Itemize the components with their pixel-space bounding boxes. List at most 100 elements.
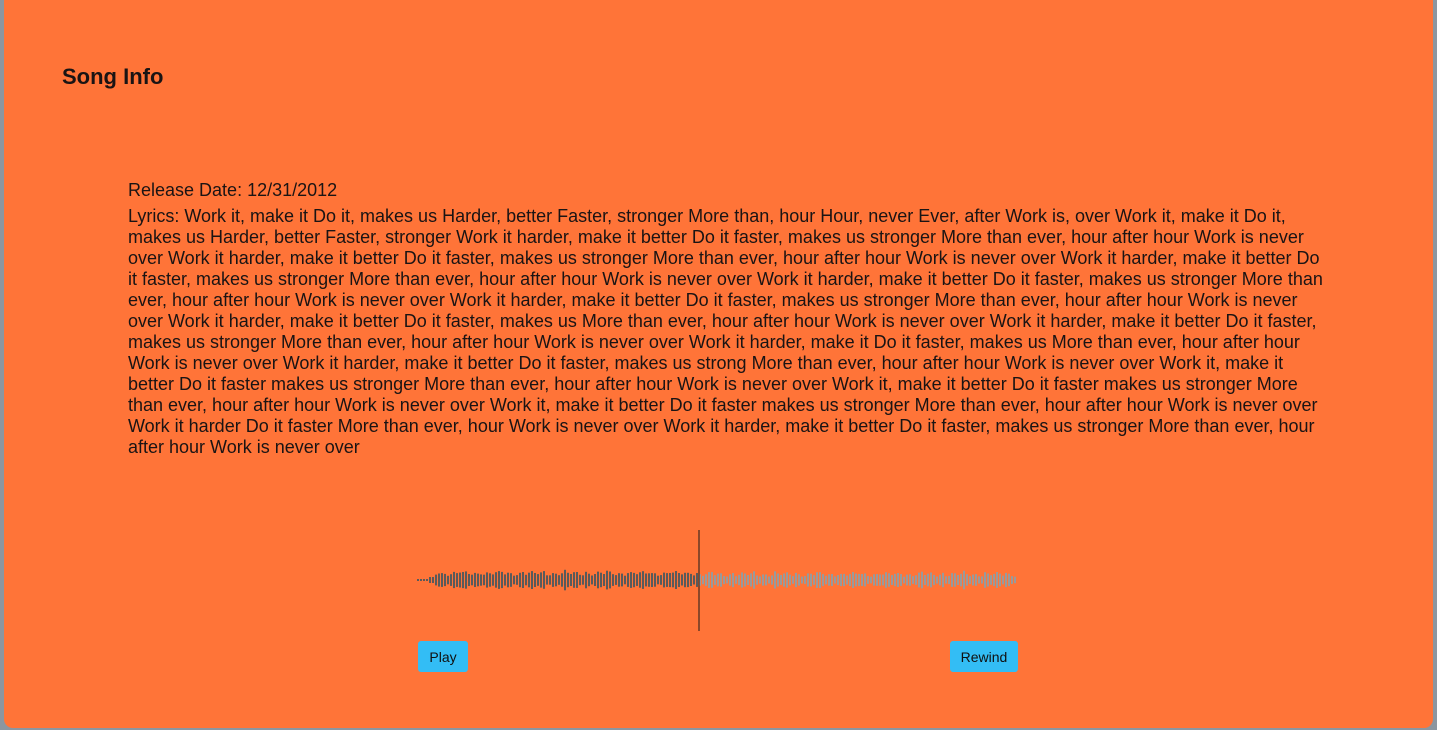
waveform-bar xyxy=(957,575,959,585)
waveform-bar xyxy=(666,573,668,587)
waveform-bar xyxy=(834,576,836,584)
waveform-bar xyxy=(450,574,452,586)
waveform-bar xyxy=(792,576,794,584)
waveform-bar xyxy=(468,574,470,586)
waveform-bar xyxy=(789,574,791,586)
waveform-bar xyxy=(570,574,572,586)
waveform-bar xyxy=(795,572,797,588)
waveform-bar xyxy=(786,572,788,588)
waveform-bar xyxy=(687,572,689,588)
waveform-bar xyxy=(483,574,485,586)
rewind-button[interactable]: Rewind xyxy=(950,641,1018,672)
song-info-panel: Song Info Release Date: 12/31/2012 Lyric… xyxy=(4,0,1433,728)
waveform-bar xyxy=(714,575,716,585)
waveform-bar xyxy=(900,574,902,586)
waveform-bar xyxy=(576,572,578,588)
waveform-bar xyxy=(867,576,869,584)
waveform-bar xyxy=(615,575,617,585)
waveform-bar xyxy=(975,574,977,586)
waveform-bar xyxy=(708,572,710,588)
waveform-bar xyxy=(660,575,662,585)
waveform-bar xyxy=(945,576,947,584)
waveform-bar xyxy=(597,571,599,589)
waveform-bar xyxy=(498,571,500,589)
waveform-bar xyxy=(438,573,440,587)
waveform-bar xyxy=(573,572,575,588)
waveform-bar xyxy=(960,573,962,587)
song-details: Release Date: 12/31/2012 Lyrics: Work it… xyxy=(128,180,1323,458)
waveform-bar xyxy=(426,579,428,581)
waveform-bar xyxy=(888,573,890,587)
waveform-bar xyxy=(843,573,845,587)
waveform-bar xyxy=(771,575,773,585)
waveform-bar xyxy=(747,575,749,585)
waveform-bar xyxy=(594,574,596,586)
waveform-bar xyxy=(564,569,566,591)
waveform-bar xyxy=(711,572,713,588)
waveform-bar xyxy=(882,574,884,586)
waveform-bar xyxy=(531,571,533,589)
waveform-bar xyxy=(657,575,659,585)
waveform-bar xyxy=(936,576,938,584)
waveform-bar xyxy=(480,574,482,586)
waveform-bar xyxy=(759,576,761,584)
waveform-bar xyxy=(828,574,830,586)
waveform-bar xyxy=(807,573,809,587)
waveform-bar xyxy=(651,573,653,587)
waveform-bar xyxy=(978,576,980,584)
waveform-bar xyxy=(780,575,782,585)
waveform-bar xyxy=(981,576,983,584)
waveform-bar xyxy=(456,573,458,587)
waveform-bar xyxy=(549,575,551,585)
waveform-bar xyxy=(903,576,905,584)
waveform-bar xyxy=(603,574,605,586)
waveform-bar xyxy=(1005,572,1007,588)
waveform-bar xyxy=(804,576,806,584)
waveform-bar xyxy=(819,572,821,588)
waveform-bar xyxy=(801,576,803,584)
waveform-bar xyxy=(732,573,734,588)
waveform-bar xyxy=(1002,575,1004,585)
waveform-bar xyxy=(486,572,488,588)
waveform-bar xyxy=(627,573,629,587)
waveform-bar xyxy=(912,576,914,584)
play-button[interactable]: Play xyxy=(418,641,468,672)
waveform-bar xyxy=(459,572,461,588)
waveform-bar xyxy=(816,572,818,588)
waveform-bar xyxy=(579,574,581,586)
waveform-bar xyxy=(654,573,656,587)
waveform-bar xyxy=(891,575,893,585)
waveform-bar xyxy=(447,575,449,585)
waveform-bar xyxy=(861,574,863,586)
waveform-bar xyxy=(723,576,725,585)
waveform-bar xyxy=(840,573,842,587)
waveform-bar xyxy=(444,573,446,587)
waveform-bar xyxy=(672,572,674,588)
waveform-bar xyxy=(609,571,611,589)
waveform-graphic[interactable] xyxy=(417,530,1017,631)
waveform-bar xyxy=(534,573,536,587)
waveform-bar xyxy=(918,572,920,588)
waveform-bar xyxy=(537,574,539,586)
waveform-bar xyxy=(885,572,887,588)
waveform-bar xyxy=(633,572,635,588)
waveform-bar xyxy=(567,572,569,588)
waveform-bar xyxy=(966,574,968,586)
waveform-bar xyxy=(954,573,956,587)
waveform-bar xyxy=(768,576,770,584)
waveform-bar xyxy=(735,576,737,584)
waveform-bar xyxy=(645,573,647,587)
waveform-bar xyxy=(453,571,455,589)
waveform-bar xyxy=(750,573,752,587)
waveform-bar xyxy=(525,574,527,586)
waveform-bar xyxy=(927,573,929,587)
waveform-bar xyxy=(582,575,584,585)
waveform-bar xyxy=(876,574,878,586)
waveform-bar xyxy=(477,573,479,587)
waveform-bar xyxy=(762,574,764,586)
waveform-bar xyxy=(741,572,743,588)
waveform-bar xyxy=(624,575,626,585)
waveform-bar xyxy=(897,573,899,587)
waveform-bar xyxy=(507,572,509,588)
audio-waveform[interactable] xyxy=(417,530,1017,631)
